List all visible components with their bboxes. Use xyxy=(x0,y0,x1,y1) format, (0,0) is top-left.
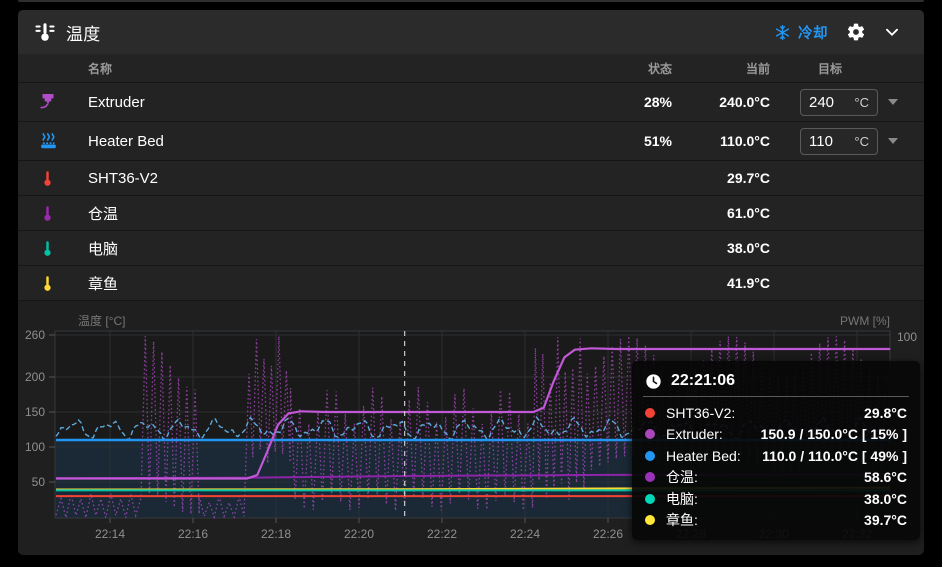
chevron-down-icon xyxy=(881,21,903,43)
column-header-name: 名称 xyxy=(68,60,572,77)
heater-state: 51% xyxy=(572,133,672,149)
table-row: 章鱼 41.9°C xyxy=(18,266,924,301)
heater-name: Heater Bed xyxy=(68,133,572,150)
column-header-target: 目标 xyxy=(770,60,924,77)
series-dot xyxy=(645,408,655,418)
tooltip-series-value: 58.6°C xyxy=(864,469,907,485)
preset-dropdown-caret[interactable] xyxy=(888,99,898,105)
tooltip-series-label: Extruder: xyxy=(666,426,723,442)
sensor-current: 61.0°C xyxy=(672,205,770,221)
thermometer-icon xyxy=(38,169,57,188)
tooltip-series-label: 仓温: xyxy=(666,467,698,487)
table-row: 仓温 61.0°C xyxy=(18,196,924,231)
tooltip-series-value: 38.0°C xyxy=(864,491,907,507)
tooltip-series-value: 150.9 / 150.0°C [ 15% ] xyxy=(761,426,907,442)
x-axis-tick: 22:18 xyxy=(261,527,291,541)
heater-bed-icon xyxy=(38,131,59,152)
target-temp-input[interactable] xyxy=(809,94,847,111)
series-dot xyxy=(645,429,655,439)
tooltip-row: 电脑: 38.0°C xyxy=(645,488,907,510)
thermometer-icon xyxy=(38,239,57,258)
left-axis-tick: 150 xyxy=(25,405,45,419)
x-axis-tick: 22:20 xyxy=(344,527,374,541)
heater-state: 28% xyxy=(572,94,672,110)
tooltip-series-label: Heater Bed: xyxy=(666,448,741,464)
tooltip-series-label: SHT36-V2: xyxy=(666,405,735,421)
left-axis-tick: 100 xyxy=(25,440,45,454)
x-axis-tick: 22:14 xyxy=(95,527,125,541)
heater-name: Extruder xyxy=(68,94,572,111)
sensor-name: 章鱼 xyxy=(68,273,572,294)
sensor-current: 38.0°C xyxy=(672,240,770,256)
settings-button[interactable] xyxy=(838,14,874,50)
tooltip-series-label: 电脑: xyxy=(666,489,698,509)
right-axis-title: PWM [%] xyxy=(840,314,890,328)
tooltip-row: 仓温: 58.6°C xyxy=(645,467,907,489)
right-axis-tick: 100 xyxy=(897,330,917,344)
series-dot xyxy=(645,494,655,504)
heater-current: 240.0°C xyxy=(672,94,770,110)
table-row: Extruder 28% 240.0°C °C xyxy=(18,83,924,122)
series-dot xyxy=(645,472,655,482)
unit-label: °C xyxy=(854,95,869,110)
sensor-name: 电脑 xyxy=(68,238,572,259)
left-axis-title: 温度 [°C] xyxy=(78,313,125,328)
target-temp-field[interactable]: °C xyxy=(800,89,878,116)
cooling-button[interactable]: 冷却 xyxy=(764,16,838,49)
tooltip-series-value: 39.7°C xyxy=(864,512,907,528)
temperature-panel: 温度 冷却 名 xyxy=(18,10,924,555)
sensor-name: 仓温 xyxy=(68,203,572,224)
tooltip-row: Heater Bed: 110.0 / 110.0°C [ 49% ] xyxy=(645,445,907,467)
sensor-current: 29.7°C xyxy=(672,170,770,186)
thermometer-icon xyxy=(38,274,57,293)
table-row: 电脑 38.0°C xyxy=(18,231,924,266)
table-row: Heater Bed 51% 110.0°C °C xyxy=(18,122,924,161)
target-temp-field[interactable]: °C xyxy=(800,128,878,155)
target-temp-input[interactable] xyxy=(809,133,847,150)
tooltip-time-row: 22:21:06 xyxy=(645,369,907,396)
tooltip-row: SHT36-V2: 29.8°C xyxy=(645,402,907,424)
gear-icon xyxy=(846,22,866,42)
temperature-chart[interactable]: 260 200 150 100 50 22:14 22:16 22:18 22:20 22:22 2… xyxy=(18,301,924,555)
left-axis-tick: 50 xyxy=(32,475,46,489)
previous-panel-edge xyxy=(18,0,924,2)
tooltip-series-value: 29.8°C xyxy=(864,405,907,421)
nozzle-icon xyxy=(38,92,58,112)
thermometer-lines-icon xyxy=(34,21,56,43)
heater-current: 110.0°C xyxy=(672,133,770,149)
chart-tooltip: 22:21:06 SHT36-V2: 29.8°C Extruder: 150.9 /… xyxy=(632,361,920,540)
table-row: SHT36-V2 29.7°C xyxy=(18,161,924,196)
left-axis-tick: 200 xyxy=(25,370,45,384)
table-header-row: 名称 状态 当前 目标 xyxy=(18,54,924,83)
panel-title: 温度 xyxy=(66,20,101,45)
tooltip-time: 22:21:06 xyxy=(671,372,735,390)
tooltip-series-label: 章鱼: xyxy=(666,510,698,530)
series-dot xyxy=(645,515,655,525)
collapse-button[interactable] xyxy=(874,14,910,50)
column-header-current: 当前 xyxy=(672,60,770,77)
tooltip-row: Extruder: 150.9 / 150.0°C [ 15% ] xyxy=(645,424,907,446)
x-axis-tick: 22:26 xyxy=(593,527,623,541)
tooltip-series-value: 110.0 / 110.0°C [ 49% ] xyxy=(762,448,907,464)
thermometer-icon xyxy=(38,204,57,223)
series-dot xyxy=(645,451,655,461)
snowflake-icon xyxy=(774,24,791,41)
tooltip-row: 章鱼: 39.7°C xyxy=(645,510,907,532)
column-header-state: 状态 xyxy=(572,60,672,77)
left-axis-tick: 260 xyxy=(25,328,45,342)
preset-dropdown-caret[interactable] xyxy=(888,138,898,144)
panel-header: 温度 冷却 xyxy=(18,10,924,54)
clock-icon xyxy=(645,373,662,390)
x-axis-tick: 22:24 xyxy=(510,527,540,541)
x-axis-tick: 22:22 xyxy=(427,527,457,541)
unit-label: °C xyxy=(854,134,869,149)
x-axis-tick: 22:16 xyxy=(178,527,208,541)
sensor-current: 41.9°C xyxy=(672,275,770,291)
cooling-label: 冷却 xyxy=(798,22,828,43)
sensor-name: SHT36-V2 xyxy=(68,170,572,187)
